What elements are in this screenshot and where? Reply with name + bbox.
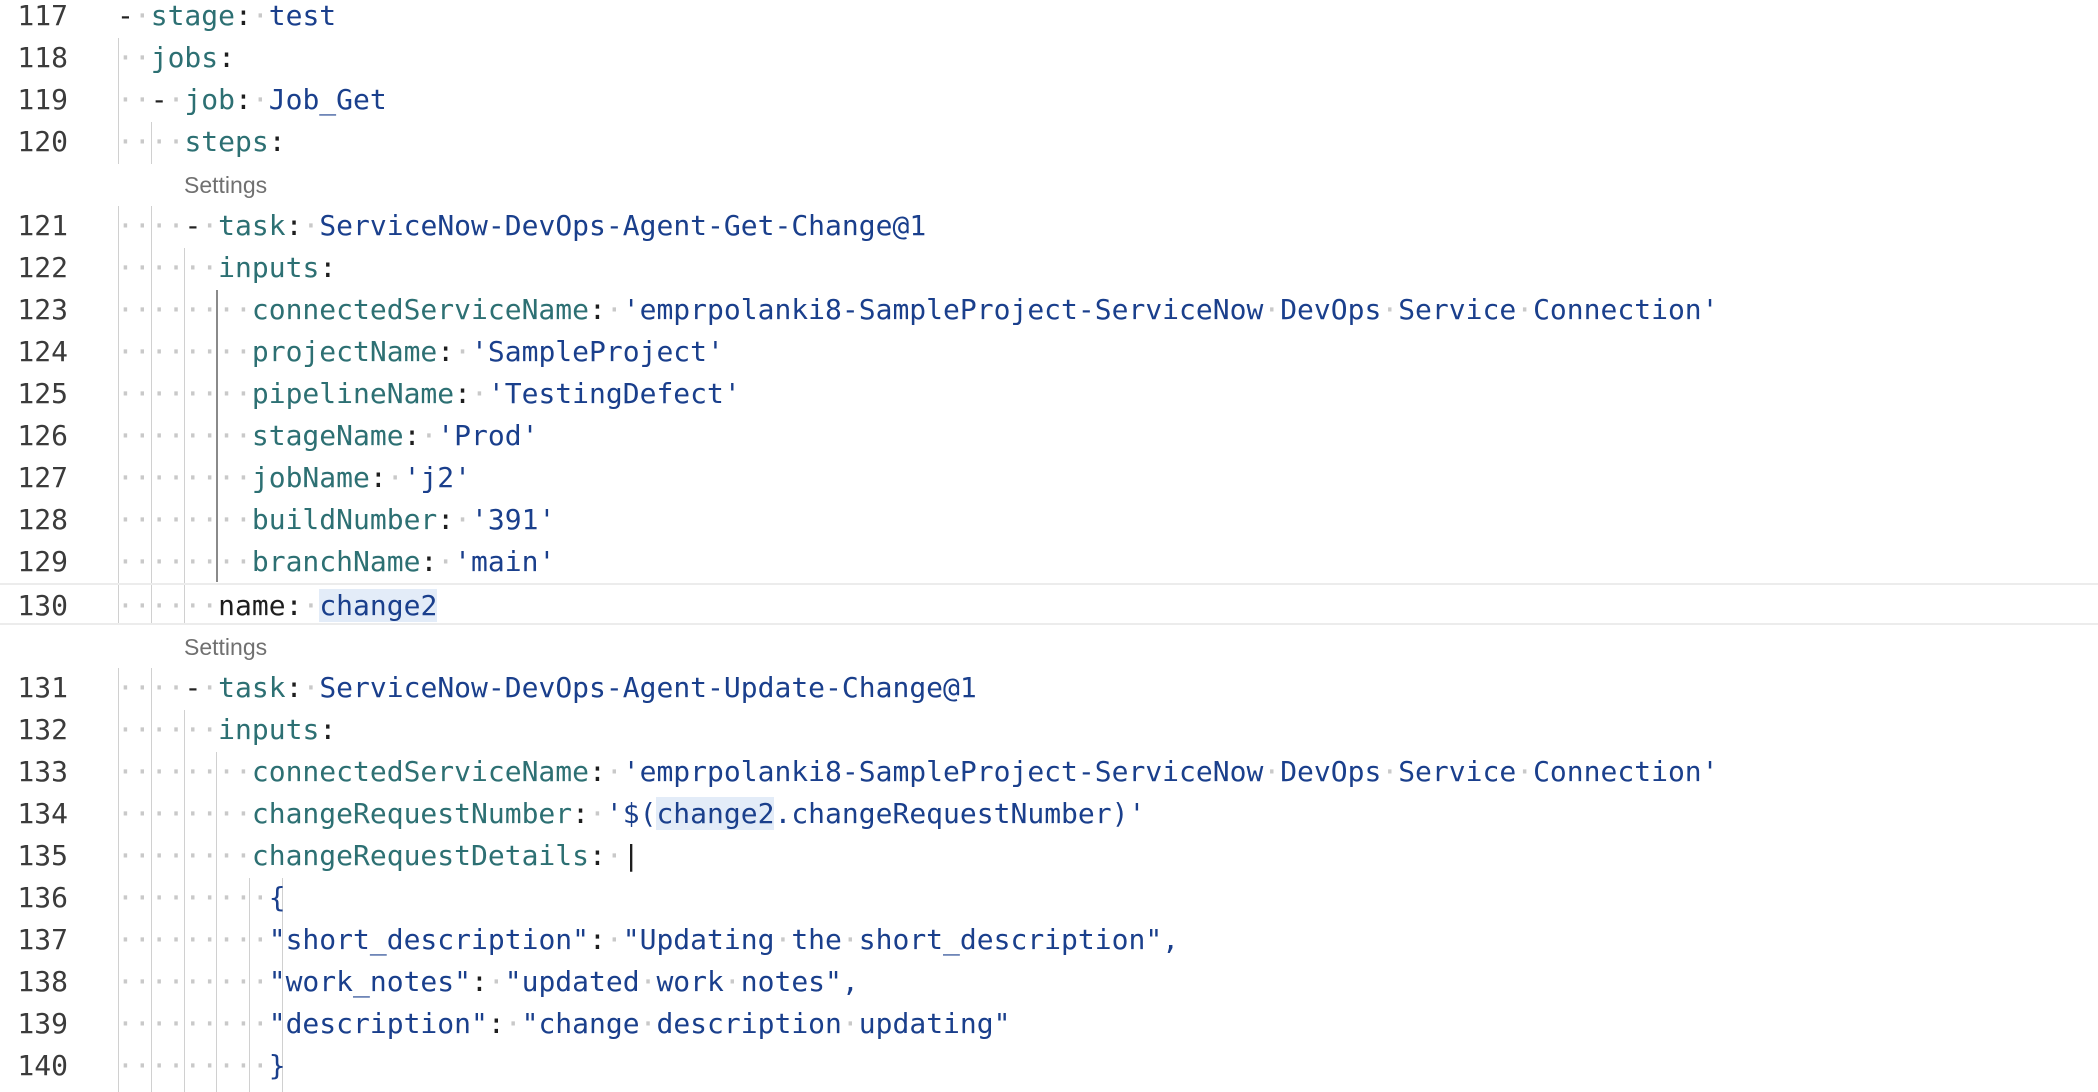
code-text[interactable]: ·········"short_description":·"Updating·… <box>117 919 1179 961</box>
code-line[interactable]: 125 ········pipelineName:·'TestingDefect… <box>0 373 2098 415</box>
code-text[interactable]: ·········{ <box>117 877 286 919</box>
line-number: 138 <box>17 965 68 998</box>
code-text[interactable]: ··jobs: <box>117 37 235 79</box>
code-line[interactable]: 132 ······inputs: <box>0 709 2098 751</box>
line-number: 132 <box>17 713 68 746</box>
line-number: 135 <box>17 839 68 872</box>
code-text[interactable]: ·········"description":·"change·descript… <box>117 1003 1010 1045</box>
line-number: 140 <box>17 1049 68 1082</box>
code-text[interactable]: ··-·job:·Job_Get <box>117 79 387 121</box>
code-text[interactable]: ········pipelineName:·'TestingDefect' <box>117 373 741 415</box>
code-line-current[interactable]: 130 ······name:·change2 <box>0 583 2098 625</box>
code-text[interactable]: ·········} <box>117 1045 286 1087</box>
selected-word: change2 <box>319 589 438 622</box>
code-text[interactable]: ····-·task:·ServiceNow-DevOps-Agent-Upda… <box>117 667 977 709</box>
code-line[interactable]: 135 ········changeRequestDetails:·| <box>0 835 2098 877</box>
line-number: 117 <box>17 0 68 32</box>
code-line[interactable]: 126 ········stageName:·'Prod' <box>0 415 2098 457</box>
code-line[interactable]: 129 ········branchName:·'main' <box>0 541 2098 583</box>
code-text[interactable]: ····-·task:·ServiceNow-DevOps-Agent-Get-… <box>117 205 926 247</box>
code-text[interactable]: ········stageName:·'Prod' <box>117 415 538 457</box>
code-text[interactable]: ········projectName:·'SampleProject' <box>117 331 724 373</box>
line-number: 128 <box>17 503 68 536</box>
code-text[interactable]: ······inputs: <box>117 247 336 289</box>
code-text[interactable]: ········branchName:·'main' <box>117 541 555 583</box>
code-line[interactable]: 123 ········connectedServiceName:·'emprp… <box>0 289 2098 331</box>
line-number: 123 <box>17 293 68 326</box>
line-number: 127 <box>17 461 68 494</box>
code-line[interactable]: 127 ········jobName:·'j2' <box>0 457 2098 499</box>
line-number: 119 <box>17 83 68 116</box>
line-number: 126 <box>17 419 68 452</box>
line-number: 120 <box>17 125 68 158</box>
code-text[interactable]: ········jobName:·'j2' <box>117 457 471 499</box>
line-number: 125 <box>17 377 68 410</box>
code-line[interactable]: 133 ········connectedServiceName:·'emprp… <box>0 751 2098 793</box>
code-text[interactable]: ·········"work_notes":·"updated·work·not… <box>117 961 859 1003</box>
line-number: 122 <box>17 251 68 284</box>
code-line[interactable]: 119 ··-·job:·Job_Get <box>0 79 2098 121</box>
code-line[interactable]: 128 ········buildNumber:·'391' <box>0 499 2098 541</box>
code-line[interactable]: 120 ····steps: <box>0 121 2098 163</box>
code-line[interactable]: 137 ·········"short_description":·"Updat… <box>0 919 2098 961</box>
line-number: 130 <box>17 589 68 622</box>
code-editor[interactable]: 117 -·stage:·test 118 ··jobs: 119 ··-·jo… <box>0 0 2098 1092</box>
code-text[interactable]: ····steps: <box>117 121 286 163</box>
code-line[interactable]: 124 ········projectName:·'SampleProject' <box>0 331 2098 373</box>
line-number: 124 <box>17 335 68 368</box>
line-number: 129 <box>17 545 68 578</box>
line-number: 131 <box>17 671 68 704</box>
highlighted-word: change2 <box>656 797 775 830</box>
settings-codelens[interactable]: Settings <box>184 167 267 203</box>
code-text[interactable]: ······inputs: <box>117 709 336 751</box>
code-line[interactable]: 121 ····-·task:·ServiceNow-DevOps-Agent-… <box>0 205 2098 247</box>
code-line[interactable]: 136 ·········{ <box>0 877 2098 919</box>
code-line[interactable]: 134 ········changeRequestNumber:·'$(chan… <box>0 793 2098 835</box>
code-text[interactable]: ········changeRequestDetails:·| <box>117 835 640 877</box>
code-text[interactable]: ········connectedServiceName:·'emprpolan… <box>117 289 1719 331</box>
code-line[interactable]: 131 ····-·task:·ServiceNow-DevOps-Agent-… <box>0 667 2098 709</box>
code-text[interactable]: ········buildNumber:·'391' <box>117 499 555 541</box>
line-number: 139 <box>17 1007 68 1040</box>
code-text[interactable]: ········changeRequestNumber:·'$(change2.… <box>117 793 1145 835</box>
code-text[interactable]: ······name:·change2 <box>117 585 438 627</box>
code-line[interactable]: 118 ··jobs: <box>0 37 2098 79</box>
code-text[interactable]: ········connectedServiceName:·'emprpolan… <box>117 751 1719 793</box>
code-line[interactable]: 139 ·········"description":·"change·desc… <box>0 1003 2098 1045</box>
line-number: 136 <box>17 881 68 914</box>
code-text[interactable]: -·stage:·test <box>117 0 336 37</box>
settings-codelens[interactable]: Settings <box>184 629 267 665</box>
code-line[interactable]: 117 -·stage:·test <box>0 0 2098 37</box>
line-number: 134 <box>17 797 68 830</box>
line-number: 137 <box>17 923 68 956</box>
code-line[interactable]: 138 ·········"work_notes":·"updated·work… <box>0 961 2098 1003</box>
line-number: 133 <box>17 755 68 788</box>
line-number: 121 <box>17 209 68 242</box>
code-line[interactable]: 140 ·········} <box>0 1045 2098 1087</box>
code-line[interactable]: 122 ······inputs: <box>0 247 2098 289</box>
line-number: 118 <box>17 41 68 74</box>
